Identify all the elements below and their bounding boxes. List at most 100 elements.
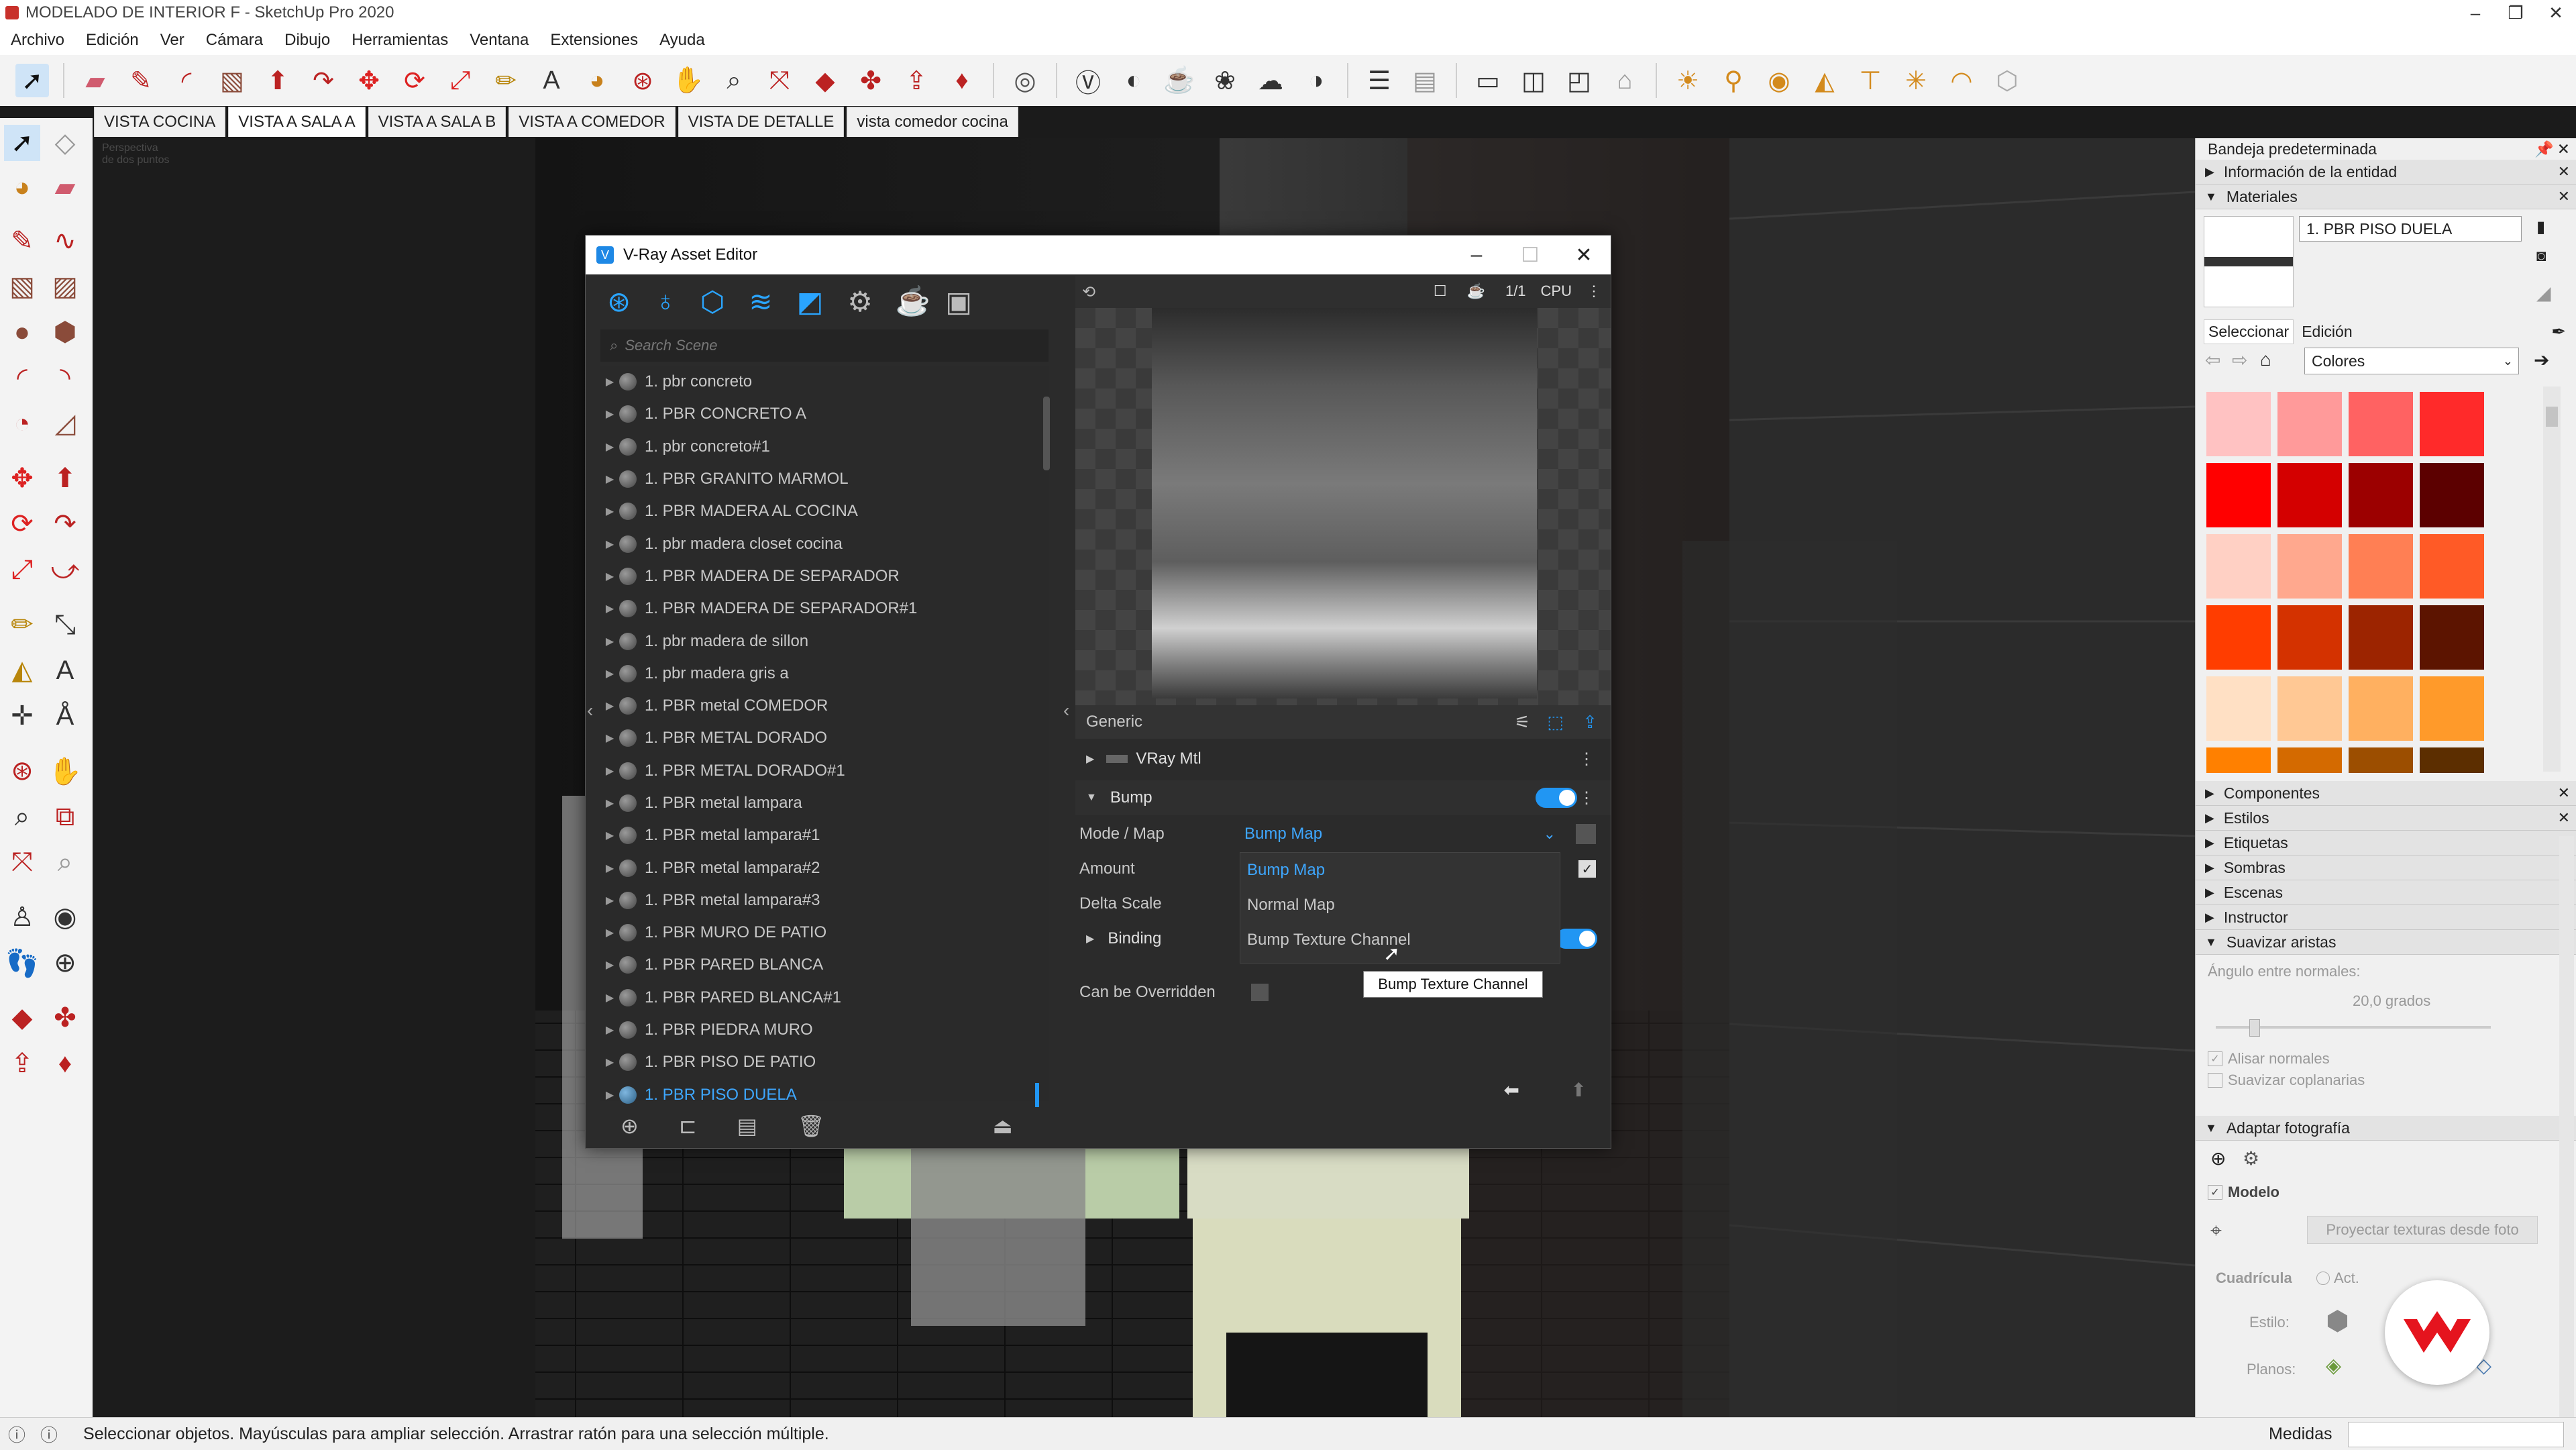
menu-ventana[interactable]: Ventana bbox=[459, 31, 539, 50]
view-iso-icon[interactable]: ◫ bbox=[1517, 64, 1550, 97]
list-item[interactable]: ▶ 1. PBR MADERA DE SEPARADOR#1 bbox=[600, 592, 1049, 625]
color-swatch[interactable] bbox=[2277, 605, 2342, 670]
position-camera-icon[interactable]: ♙ bbox=[4, 899, 40, 935]
orbit-tool-icon[interactable]: ⊛ bbox=[4, 753, 40, 789]
open-file-icon[interactable]: ⊏ bbox=[679, 1113, 697, 1139]
pan-tool-icon[interactable]: ✋ bbox=[672, 64, 705, 97]
swatch-scrollbar[interactable] bbox=[2543, 386, 2561, 772]
vray-asset-editor-icon[interactable]: ❀ bbox=[1208, 64, 1242, 97]
texture-slot-icon[interactable] bbox=[1576, 824, 1596, 844]
panel-escenas[interactable]: ▶Escenas✕ bbox=[2196, 880, 2576, 905]
collapse-left-icon[interactable]: ‹ bbox=[587, 700, 593, 721]
angle-slider-thumb[interactable] bbox=[2249, 1019, 2260, 1037]
look-around-icon[interactable]: ◉ bbox=[47, 899, 83, 935]
scene-tab-comedor-cocina[interactable]: vista comedor cocina bbox=[847, 107, 1018, 137]
pie-tool-icon[interactable]: ◔ bbox=[4, 405, 40, 442]
list-item[interactable]: ▶ 1. PBR PIEDRA MURO bbox=[600, 1014, 1049, 1046]
move-tool-icon[interactable]: ✥ bbox=[4, 460, 40, 497]
offset-tool-icon[interactable]: ⤻ bbox=[47, 552, 83, 588]
save-icon[interactable]: ▤ bbox=[737, 1113, 757, 1139]
delete-icon[interactable]: 🗑 bbox=[798, 1113, 825, 1139]
two-point-arc-icon[interactable]: ◝ bbox=[47, 360, 83, 396]
vray-maximize-button[interactable]: ☐ bbox=[1503, 236, 1557, 274]
expand-arrow-icon[interactable]: ▶ bbox=[600, 667, 619, 680]
up-arrow-icon[interactable]: ⬆ bbox=[1571, 1079, 1587, 1101]
geometry-category-icon[interactable]: ⬡ bbox=[700, 285, 725, 318]
close-button[interactable]: ✕ bbox=[2536, 0, 2576, 25]
menu-herramientas[interactable]: Herramientas bbox=[341, 31, 459, 50]
zoom-extents-icon[interactable]: ⤧ bbox=[4, 844, 40, 880]
lights-category-icon[interactable]: ♁ bbox=[655, 285, 676, 317]
purge-icon[interactable]: ⏏ bbox=[992, 1113, 1012, 1139]
push-pull-tool-icon[interactable]: ⬆ bbox=[47, 460, 83, 497]
vray-fb-icon[interactable]: ☰ bbox=[1362, 64, 1396, 97]
expand-arrow-icon[interactable]: ▶ bbox=[600, 1023, 619, 1037]
axes-tool-icon[interactable]: ✛ bbox=[4, 698, 40, 734]
expand-arrow-icon[interactable]: ▶ bbox=[600, 991, 619, 1004]
scale-tool-icon[interactable]: ⤢ bbox=[443, 64, 477, 97]
photo-settings-icon[interactable]: ⚙ bbox=[2243, 1147, 2259, 1170]
rectangle-tool-icon[interactable]: ▧ bbox=[4, 268, 40, 305]
preview-engine[interactable]: CPU bbox=[1541, 282, 1572, 300]
polygon-tool-icon[interactable]: ⬢ bbox=[47, 314, 83, 350]
light-omni-icon[interactable]: ⊤ bbox=[1854, 64, 1887, 97]
expand-arrow-icon[interactable]: ▶ bbox=[2205, 836, 2214, 850]
list-item[interactable]: ▶ 1. pbr concreto bbox=[600, 366, 1049, 398]
eyedropper-icon[interactable]: ✒ bbox=[2551, 321, 2566, 342]
list-item[interactable]: ▶ 1. PBR METAL DORADO bbox=[600, 722, 1049, 754]
binding-toggle[interactable] bbox=[1556, 929, 1597, 949]
color-swatch[interactable] bbox=[2206, 605, 2271, 670]
list-item[interactable]: ▶ 1. pbr madera gris a bbox=[600, 658, 1049, 690]
more-options-icon[interactable]: ⋮ bbox=[1578, 749, 1595, 769]
view-front-icon[interactable]: ▭ bbox=[1471, 64, 1505, 97]
zoom-extents-icon[interactable]: ⤧ bbox=[763, 64, 796, 97]
list-scrollbar[interactable] bbox=[1043, 397, 1050, 470]
color-swatch[interactable] bbox=[2349, 463, 2413, 527]
panel-componentes[interactable]: ▶ Componentes ✕ bbox=[2196, 781, 2576, 806]
tray-close-icon[interactable]: ✕ bbox=[2557, 140, 2570, 158]
grid-style-icon[interactable]: ⬢ bbox=[2326, 1306, 2349, 1337]
expand-arrow-icon[interactable]: ▶ bbox=[600, 440, 619, 454]
menu-ver[interactable]: Ver bbox=[150, 31, 195, 50]
eraser-tool-icon[interactable]: ▰ bbox=[78, 64, 112, 97]
plane-xy-icon[interactable]: ◈ bbox=[2326, 1354, 2341, 1378]
follow-me-tool-icon[interactable]: ↷ bbox=[307, 64, 340, 97]
light-dome-icon[interactable]: ◠ bbox=[1945, 64, 1978, 97]
rotated-rect-icon[interactable]: ▨ bbox=[47, 268, 83, 305]
previous-view-icon[interactable]: ⌕ bbox=[47, 844, 83, 880]
zoom-tool-icon[interactable]: ⌕ bbox=[4, 798, 40, 835]
list-item[interactable]: ▶ 1. PBR metal lampara#2 bbox=[600, 851, 1049, 884]
expand-arrow-icon[interactable]: ▶ bbox=[600, 796, 619, 810]
push-pull-tool-icon[interactable]: ⬆ bbox=[261, 64, 294, 97]
zoom-tool-icon[interactable]: ⌕ bbox=[717, 64, 751, 97]
color-swatch[interactable] bbox=[2420, 747, 2484, 773]
close-icon[interactable]: ✕ bbox=[2558, 163, 2570, 180]
rotate-tool-icon[interactable]: ⟳ bbox=[398, 64, 431, 97]
3d-text-icon[interactable]: Å bbox=[47, 698, 83, 734]
materials-category-icon[interactable]: ⊛ bbox=[607, 285, 631, 318]
add-photo-icon[interactable]: ⊕ bbox=[2210, 1147, 2226, 1170]
select-tool-icon[interactable]: ➚ bbox=[4, 125, 40, 161]
expand-arrow-icon[interactable]: ▶ bbox=[600, 764, 619, 778]
arc-tool-icon[interactable]: ◜ bbox=[4, 360, 40, 396]
account-icon[interactable]: ◎ bbox=[1008, 64, 1042, 97]
line-tool-icon[interactable]: ✎ bbox=[4, 223, 40, 259]
tape-measure-icon[interactable]: ✏ bbox=[4, 607, 40, 643]
light-ies-icon[interactable]: ◭ bbox=[1808, 64, 1841, 97]
color-swatch[interactable] bbox=[2206, 463, 2271, 527]
scene-search-box[interactable]: ⌕ Search Scene bbox=[600, 329, 1049, 362]
model-checkbox[interactable]: ✓ bbox=[2208, 1185, 2222, 1200]
paint-default-icon[interactable]: ◙ bbox=[2536, 247, 2546, 266]
expand-arrow-icon[interactable]: ▶ bbox=[600, 570, 619, 583]
light-spot-icon[interactable]: ⚲ bbox=[1717, 64, 1750, 97]
pin-icon[interactable]: 📌 bbox=[2534, 140, 2554, 158]
settings-icon[interactable]: ⚙ bbox=[847, 285, 873, 318]
add-asset-icon[interactable]: ⊕ bbox=[621, 1113, 639, 1139]
measurements-input[interactable] bbox=[2348, 1422, 2564, 1447]
color-swatch[interactable] bbox=[2206, 676, 2271, 741]
vray-minimize-button[interactable]: – bbox=[1450, 236, 1503, 274]
color-swatch[interactable] bbox=[2206, 747, 2271, 773]
option-normal-map[interactable]: Normal Map bbox=[1240, 888, 1560, 923]
panel-materials[interactable]: ▼ Materiales ✕ bbox=[2196, 185, 2576, 209]
section-plane-icon[interactable]: ⊕ bbox=[47, 945, 83, 981]
